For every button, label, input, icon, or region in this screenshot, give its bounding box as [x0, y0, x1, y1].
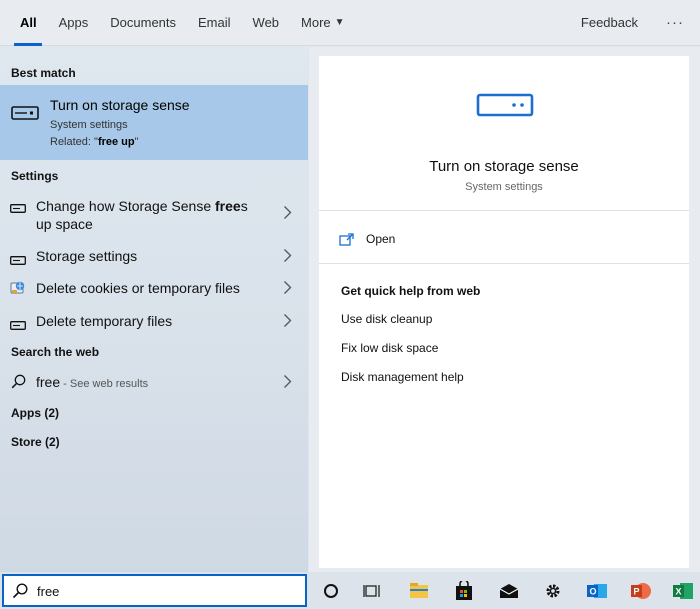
settings-item-change-storage-sense[interactable]: Change how Storage Sense frees up space: [0, 195, 308, 235]
tab-web[interactable]: Web: [242, 0, 291, 46]
open-label: Open: [366, 232, 396, 246]
outlook-icon[interactable]: O: [582, 576, 612, 605]
search-the-web-heading: Search the web: [11, 345, 100, 359]
settings-item-label: Storage settings: [36, 248, 138, 264]
settings-item-storage-settings[interactable]: Storage settings: [0, 245, 308, 269]
storage-drive-icon: [11, 106, 39, 125]
web-search-label: free - See web results: [36, 374, 149, 390]
storage-drive-icon: [10, 252, 26, 270]
preview-pane: Turn on storage sense System settings Op…: [309, 47, 700, 572]
settings-heading: Settings: [11, 169, 59, 183]
storage-drive-icon: [10, 200, 26, 218]
search-icon: [12, 583, 28, 604]
tab-apps[interactable]: Apps: [48, 0, 100, 46]
settings-item-label: Delete temporary files: [36, 313, 173, 329]
web-search-item[interactable]: free - See web results: [0, 370, 308, 394]
tab-documents[interactable]: Documents: [99, 0, 187, 46]
tab-all[interactable]: All: [0, 0, 48, 46]
file-explorer-icon[interactable]: [404, 576, 434, 605]
chevron-right-icon[interactable]: [283, 280, 292, 300]
powerpoint-icon[interactable]: P: [626, 576, 656, 605]
preview-subtitle: System settings: [465, 181, 543, 193]
tab-more[interactable]: More ▼: [290, 0, 356, 46]
divider: [319, 263, 689, 264]
settings-item-delete-temp-files[interactable]: Delete temporary files: [0, 310, 308, 334]
settings-item-label: Change how Storage Sense frees up space: [36, 198, 248, 232]
chevron-right-icon[interactable]: [283, 205, 292, 225]
tab-email[interactable]: Email: [187, 0, 242, 46]
preview-card: Turn on storage sense System settings Op…: [319, 56, 689, 568]
storage-drive-icon: [10, 317, 26, 335]
svg-text:O: O: [590, 586, 597, 596]
open-button[interactable]: Open: [339, 228, 539, 252]
settings-item-delete-cookies[interactable]: Delete cookies or temporary files: [0, 277, 308, 301]
divider: [319, 210, 689, 211]
preview-title: Turn on storage sense: [429, 158, 579, 175]
settings-item-label: Delete cookies or temporary files: [36, 280, 240, 296]
task-view-icon[interactable]: [357, 576, 387, 605]
help-link-low-disk-space[interactable]: Fix low disk space: [341, 341, 438, 355]
taskbar: free O P X: [0, 572, 700, 609]
storage-drive-icon: [476, 93, 534, 122]
search-input[interactable]: free: [2, 574, 307, 607]
feedback-button[interactable]: Feedback: [571, 15, 660, 30]
svg-text:P: P: [634, 586, 640, 596]
chevron-right-icon[interactable]: [283, 374, 292, 394]
help-link-disk-management[interactable]: Disk management help: [341, 370, 464, 384]
store-group-heading[interactable]: Store (2): [11, 435, 60, 449]
mail-icon[interactable]: [494, 576, 524, 605]
help-link-disk-cleanup[interactable]: Use disk cleanup: [341, 312, 432, 326]
best-match-heading: Best match: [11, 66, 76, 80]
best-match-title: Turn on storage sense: [50, 97, 190, 113]
apps-group-heading[interactable]: Apps (2): [11, 406, 59, 420]
internet-options-icon: [10, 280, 26, 301]
search-input-value: free: [37, 584, 60, 599]
chevron-right-icon[interactable]: [283, 313, 292, 333]
quick-help-heading: Get quick help from web: [341, 284, 481, 298]
best-match-item[interactable]: Turn on storage sense System settings Re…: [0, 85, 308, 160]
store-icon[interactable]: [449, 576, 479, 605]
more-options-button[interactable]: ···: [660, 14, 700, 31]
open-icon: [339, 233, 354, 251]
excel-icon[interactable]: X: [668, 576, 698, 605]
settings-icon[interactable]: [538, 576, 568, 605]
results-pane: Best match Turn on storage sense System …: [0, 47, 308, 572]
cortana-icon[interactable]: [316, 576, 346, 605]
svg-text:X: X: [676, 586, 682, 596]
search-scope-tabs: All Apps Documents Email Web More ▼ Feed…: [0, 0, 700, 46]
best-match-subtitle: System settings: [50, 119, 128, 131]
chevron-right-icon[interactable]: [283, 248, 292, 268]
search-icon: [11, 374, 26, 394]
best-match-related: Related: "free up": [50, 136, 139, 148]
caret-down-icon: ▼: [334, 17, 345, 28]
